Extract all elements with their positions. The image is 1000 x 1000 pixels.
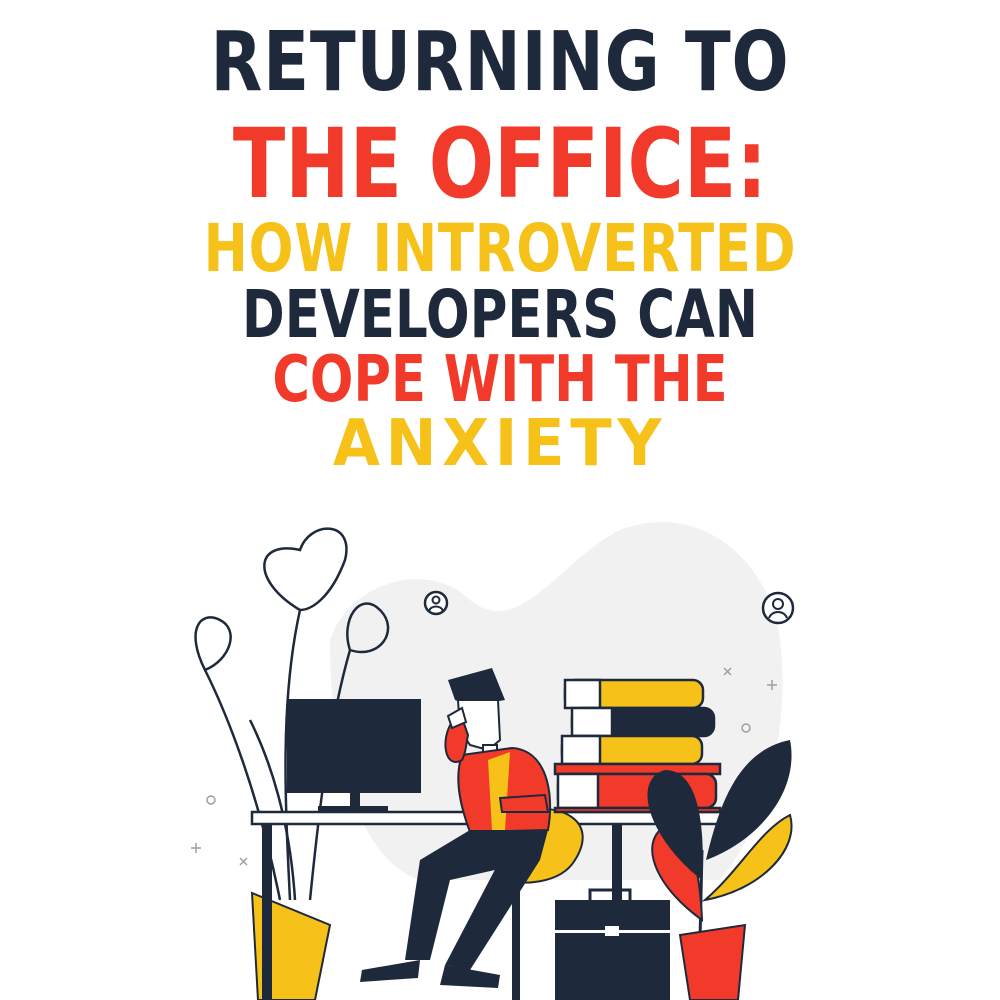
briefcase-icon [555,888,670,1000]
poster: RETURNING TO THE OFFICE: HOW INTROVERTED… [0,0,1000,1000]
headline-line-6: ANXIETY [332,407,668,481]
headline-line-3: HOW INTROVERTED [203,210,797,287]
book-stack-icon [553,678,722,814]
user-circle-icon [423,590,449,616]
headline-line-5: COPE WITH THE [272,343,728,417]
user-circle-icon [761,591,795,625]
office-illustration [191,522,795,1000]
headline-line-4: DEVELOPERS CAN [242,276,758,353]
headline: RETURNING TO THE OFFICE: HOW INTROVERTED… [0,0,1000,480]
headline-line-1: RETURNING TO [210,15,790,110]
headline-line-2: THE OFFICE: [232,108,768,220]
